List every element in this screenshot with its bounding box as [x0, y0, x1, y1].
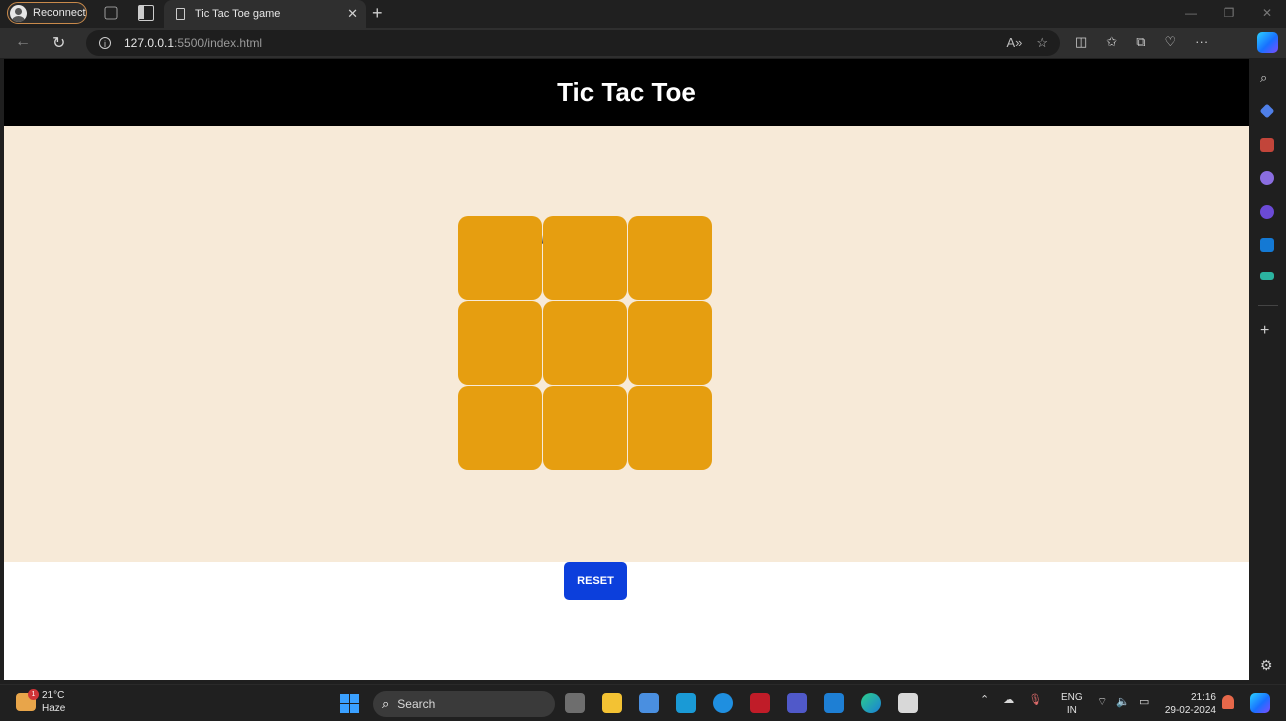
browser-tab-bar: Reconnect Tic Tac Toe game ✕ + — ❐ ✕	[0, 0, 1286, 28]
read-aloud-icon[interactable]: A»	[1006, 35, 1022, 51]
onedrive-icon[interactable]: ☁	[1003, 693, 1014, 706]
clock-date: 29-02-2024	[1164, 705, 1216, 716]
tab-tic-tac-toe[interactable]: Tic Tac Toe game ✕	[164, 0, 366, 28]
restore-icon[interactable]: ❐	[1210, 0, 1248, 26]
board-cell-5[interactable]	[543, 301, 627, 385]
clock-time: 21:16	[1190, 692, 1216, 703]
profile-avatar-icon	[10, 4, 27, 22]
show-hidden-icons-icon[interactable]: ⌃	[980, 693, 989, 706]
split-screen-icon[interactable]: ◫	[1075, 34, 1087, 50]
windows-logo-icon	[340, 694, 349, 703]
taskbar-search-label: Search	[397, 697, 436, 711]
board-cell-9[interactable]	[628, 386, 712, 470]
tab-actions-icon[interactable]	[138, 5, 154, 21]
notification-bell-icon[interactable]	[1222, 695, 1234, 709]
system-tray: ⌃ ☁ 🎙	[980, 693, 1042, 706]
microsoft-store-icon[interactable]	[639, 693, 659, 713]
board-cell-1[interactable]	[458, 216, 542, 300]
windows-taskbar: 1 21°C Haze ⌕ Search ⌃ ☁ 🎙 ENG IN ⌔ 🔈 ▭ …	[0, 684, 1286, 721]
favorite-star-icon[interactable]: ☆	[1036, 35, 1048, 51]
board-area	[4, 126, 1249, 562]
quick-settings[interactable]: ⌔ 🔈 ▭	[1097, 695, 1149, 709]
sidebar-divider	[1258, 305, 1278, 306]
file-explorer-icon[interactable]	[602, 693, 622, 713]
windows-logo-icon	[350, 704, 359, 713]
sidebar-add-icon[interactable]: +	[1260, 323, 1274, 339]
reconnect-label: Reconnect	[33, 7, 86, 19]
url-path: :5500/index.html	[174, 36, 263, 50]
window-close-icon[interactable]: ✕	[1248, 0, 1286, 26]
board-cell-3[interactable]	[628, 216, 712, 300]
game-board	[458, 216, 712, 470]
lang-bottom: IN	[1066, 705, 1077, 716]
favorites-icon[interactable]: ✩	[1106, 34, 1117, 50]
reload-icon[interactable]: ↻	[52, 33, 65, 53]
page-title: Tic Tac Toe	[557, 77, 696, 107]
reconnect-profile-button[interactable]: Reconnect	[7, 2, 87, 24]
sidebar-settings-icon[interactable]: ⚙	[1260, 658, 1274, 672]
sidebar-games-icon[interactable]	[1260, 171, 1274, 185]
board-cell-6[interactable]	[628, 301, 712, 385]
windows-logo-icon	[350, 694, 359, 703]
reset-button[interactable]: RESET	[564, 562, 627, 600]
url-host: 127.0.0.1	[124, 36, 175, 50]
microphone-icon[interactable]: 🎙	[1028, 693, 1042, 706]
weather-desc: Haze	[42, 703, 66, 714]
board-cell-4[interactable]	[458, 301, 542, 385]
windows-logo-icon	[340, 704, 349, 713]
help-icon[interactable]	[713, 693, 733, 713]
new-tab-icon[interactable]: +	[372, 3, 383, 24]
copilot-taskbar-icon[interactable]	[1250, 693, 1270, 713]
task-view-icon[interactable]	[565, 693, 585, 713]
collections-icon[interactable]: ⧉	[1136, 34, 1145, 50]
workspaces-icon[interactable]	[104, 6, 118, 20]
clock[interactable]: 21:16 29-02-2024	[1160, 691, 1216, 717]
back-icon[interactable]: ←	[15, 33, 31, 51]
weather-haze-icon: 1	[16, 689, 39, 711]
board-cell-2[interactable]	[543, 216, 627, 300]
address-bar-actions: A» ☆	[1006, 35, 1048, 51]
sidebar-tools-icon[interactable]	[1260, 138, 1274, 152]
page-icon	[176, 8, 185, 20]
taskbar-apps	[565, 693, 918, 713]
search-icon: ⌕	[382, 696, 390, 711]
taskbar-search[interactable]: ⌕ Search	[373, 691, 555, 717]
lang-top: ENG	[1061, 692, 1083, 703]
sidebar-drop-icon[interactable]	[1260, 272, 1274, 280]
copilot-icon[interactable]	[1257, 32, 1278, 53]
start-button[interactable]	[340, 694, 359, 713]
page-viewport: Tic Tac Toe RESET	[4, 59, 1249, 680]
teams-icon[interactable]	[787, 693, 807, 713]
board-cell-7[interactable]	[458, 386, 542, 470]
weather-widget[interactable]: 1 21°C Haze	[16, 689, 65, 715]
sidebar-copilot-icon[interactable]	[1260, 205, 1274, 219]
sidebar-outlook-icon[interactable]	[1260, 238, 1274, 252]
tab-close-icon[interactable]: ✕	[347, 6, 358, 22]
wifi-icon: ⌔	[1097, 696, 1108, 708]
more-menu-icon[interactable]: ···	[1195, 34, 1208, 50]
weather-temp: 21°C	[42, 690, 65, 701]
snipping-tool-icon[interactable]	[898, 693, 918, 713]
board-cell-8[interactable]	[543, 386, 627, 470]
sidebar-shopping-icon[interactable]	[1259, 103, 1275, 119]
mcafee-app-icon[interactable]	[676, 693, 696, 713]
weather-badge: 1	[28, 689, 39, 700]
battery-icon: ▭	[1139, 696, 1150, 708]
volume-icon: 🔈	[1116, 696, 1131, 708]
browser-toolbar: ◫ ✩ ⧉ ♡ ···	[1075, 34, 1208, 50]
site-info-icon[interactable]: i	[99, 37, 111, 49]
vscode-icon[interactable]	[824, 693, 844, 713]
browser-essentials-icon[interactable]: ♡	[1165, 34, 1177, 50]
language-indicator[interactable]: ENG IN	[1061, 691, 1083, 717]
edge-icon[interactable]	[861, 693, 881, 713]
sidebar-search-icon[interactable]: ⌕	[1260, 70, 1274, 85]
window-controls: — ❐ ✕	[1172, 0, 1286, 26]
address-bar[interactable]: i 127.0.0.1 :5500/index.html A» ☆	[86, 30, 1060, 56]
minimize-icon[interactable]: —	[1172, 0, 1210, 26]
edge-sidebar: ⌕ + ⚙	[1250, 58, 1286, 684]
tab-title: Tic Tac Toe game	[195, 8, 281, 20]
mcafee-shield-icon[interactable]	[750, 693, 770, 713]
app-header: Tic Tac Toe	[4, 59, 1249, 126]
